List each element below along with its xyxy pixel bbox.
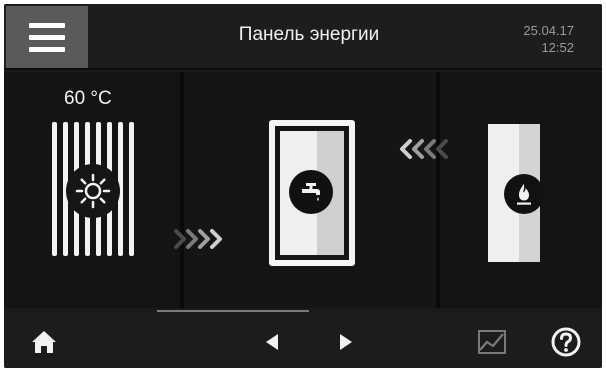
footer-bar [4,312,602,368]
sun-icon [66,164,120,218]
datetime: 25.04.17 12:52 [523,22,574,56]
chart-icon[interactable] [470,322,514,362]
gas-flame-icon [504,174,544,214]
water-tap-icon [289,170,333,214]
hamburger-menu-icon[interactable] [6,6,88,68]
energy-panel-screen: Панель энергии 25.04.17 12:52 60 °C [4,4,602,368]
flow-arrows-right [174,229,222,249]
header-bar: Панель энергии 25.04.17 12:52 [4,4,602,70]
page-title: Панель энергии [238,24,380,45]
arrow-left-icon[interactable] [256,324,288,360]
flow-arrows-left [400,139,448,159]
arrow-right-icon[interactable] [330,324,362,360]
time-label: 12:52 [541,40,574,55]
radiator-temperature: 60 °C [64,88,112,109]
home-icon[interactable] [22,322,66,362]
help-icon[interactable] [544,322,588,362]
date-label: 25.04.17 [523,23,574,38]
